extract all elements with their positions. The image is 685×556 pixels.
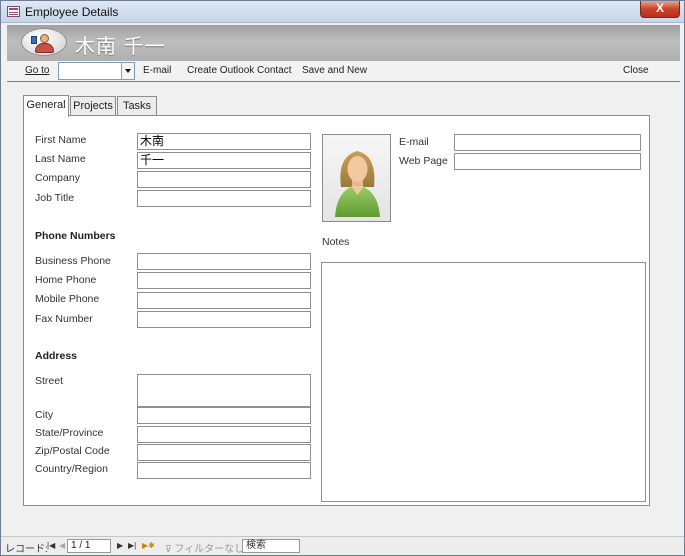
state-province-field[interactable] xyxy=(137,426,311,443)
mobile-phone-field[interactable] xyxy=(137,292,311,309)
fax-number-label: Fax Number xyxy=(35,313,93,325)
goto-label-text: Go to xyxy=(25,65,50,76)
zip-postal-code-label: Zip/Postal Code xyxy=(35,445,110,457)
window-close-button[interactable]: X xyxy=(640,1,680,18)
email-field[interactable] xyxy=(454,134,641,151)
business-phone-label: Business Phone xyxy=(35,255,111,267)
employee-name-heading: 木南 千一 xyxy=(75,36,166,58)
contact-card-icon xyxy=(21,28,67,56)
last-record-icon[interactable]: ▶| xyxy=(128,541,136,550)
street-field[interactable] xyxy=(137,374,311,407)
zip-postal-code-field[interactable] xyxy=(137,444,311,461)
search-box[interactable]: 検索 xyxy=(242,539,300,553)
mobile-phone-label: Mobile Phone xyxy=(35,293,100,305)
form-header: 木南 千一 xyxy=(7,25,680,61)
form-icon xyxy=(7,6,20,17)
state-province-label: State/Province xyxy=(35,427,104,439)
home-phone-label: Home Phone xyxy=(35,274,97,286)
email-label: E-mail xyxy=(399,136,429,148)
general-tab-panel: First Name 木南 Last Name 千一 Company Job T… xyxy=(23,115,650,506)
city-field[interactable] xyxy=(137,407,311,424)
employee-details-window: Employee Details X 木南 千一 Go to E-mail Cr… xyxy=(0,0,685,556)
current-record-input[interactable]: 1 / 1 xyxy=(67,539,111,553)
address-heading: Address xyxy=(35,350,78,362)
phone-numbers-heading: Phone Numbers xyxy=(35,230,116,242)
first-record-icon[interactable]: |◀ xyxy=(47,541,55,550)
window-title: Employee Details xyxy=(25,5,119,19)
web-page-label: Web Page xyxy=(399,155,448,167)
last-name-field[interactable]: 千一 xyxy=(137,152,311,169)
city-label: City xyxy=(35,409,54,421)
employee-photo[interactable] xyxy=(322,134,391,222)
job-title-label: Job Title xyxy=(35,192,75,204)
create-outlook-contact-button[interactable]: Create Outlook Contact xyxy=(187,65,292,76)
new-record-icon[interactable]: ▶✱ xyxy=(142,541,155,550)
company-label: Company xyxy=(35,172,80,184)
goto-combobox[interactable] xyxy=(58,62,135,80)
close-form-button[interactable]: Close xyxy=(623,65,649,76)
record-label: レコード: xyxy=(5,544,48,555)
form-toolbar: Go to E-mail Create Outlook Contact Save… xyxy=(7,61,680,82)
fax-number-field[interactable] xyxy=(137,311,311,328)
goto-label: Go to xyxy=(25,65,49,76)
country-region-field[interactable] xyxy=(137,462,311,479)
filter-label: フィルターなし xyxy=(174,544,245,555)
record-navigation-bar: レコード: |◀ ◀ 1 / 1 ▶ ▶| ▶✱ ⊽ フィルターなし 検索 xyxy=(1,536,684,555)
filter-icon: ⊽ xyxy=(165,544,172,554)
job-title-field[interactable] xyxy=(137,190,311,207)
person-placeholder-icon xyxy=(335,151,380,217)
country-region-label: Country/Region xyxy=(35,463,108,475)
home-phone-field[interactable] xyxy=(137,272,311,289)
tab-general[interactable]: General xyxy=(23,95,69,117)
previous-record-icon[interactable]: ◀ xyxy=(59,541,65,550)
tab-projects[interactable]: Projects xyxy=(70,96,116,116)
email-button[interactable]: E-mail xyxy=(143,65,171,76)
notes-label: Notes xyxy=(322,236,350,248)
save-and-new-button[interactable]: Save and New xyxy=(302,65,367,76)
tab-tasks[interactable]: Tasks xyxy=(117,96,157,116)
title-bar: Employee Details X xyxy=(1,1,684,23)
first-name-field[interactable]: 木南 xyxy=(137,133,311,150)
chevron-down-icon[interactable] xyxy=(121,63,134,79)
next-record-icon[interactable]: ▶ xyxy=(117,541,123,550)
business-phone-field[interactable] xyxy=(137,253,311,270)
first-name-label: First Name xyxy=(35,134,87,146)
filter-status[interactable]: ⊽ フィルターなし xyxy=(165,540,244,555)
notes-field[interactable] xyxy=(321,262,646,502)
company-field[interactable] xyxy=(137,171,311,188)
street-label: Street xyxy=(35,375,64,387)
last-name-label: Last Name xyxy=(35,153,86,165)
web-page-field[interactable] xyxy=(454,153,641,170)
